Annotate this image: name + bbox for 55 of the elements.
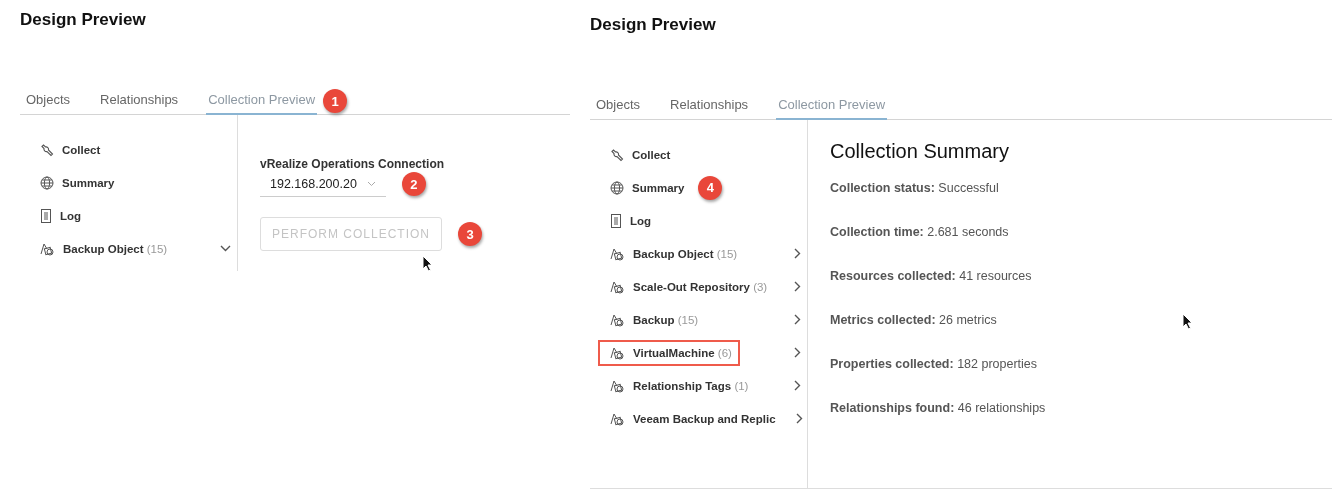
globe-icon	[40, 175, 54, 190]
tab[interactable]: Relationships	[98, 88, 181, 115]
tab[interactable]: Objects	[24, 88, 73, 115]
nav-item[interactable]: VirtualMachine (6)	[598, 339, 740, 366]
nav-item[interactable]: Log	[598, 207, 660, 234]
chevron-down-icon	[366, 181, 376, 187]
chevron-right-icon[interactable]	[795, 413, 803, 424]
summary-line: Relationships found: 46 relationships	[830, 401, 1046, 417]
connection-dropdown[interactable]: 192.168.200.20	[260, 173, 386, 197]
page-title: Design Preview	[20, 10, 146, 30]
page-title: Design Preview	[590, 15, 716, 35]
shapes-icon	[610, 312, 625, 327]
callout-badge: 1	[323, 89, 348, 113]
chevron-right-icon[interactable]	[794, 380, 801, 391]
cursor-icon	[1182, 313, 1194, 330]
nav-item[interactable]: Backup Object (15)	[598, 240, 746, 267]
tab[interactable]: Objects	[594, 93, 643, 120]
summary-line: Metrics collected: 26 metrics	[830, 313, 998, 329]
field-label: vRealize Operations Connection	[260, 157, 446, 171]
nav-item[interactable]: Backup Object (15)	[28, 235, 176, 262]
summary-line: Collection time: 2.681 seconds	[830, 225, 1010, 241]
callout-badge: 4	[698, 175, 723, 200]
section-heading: Collection Summary	[830, 140, 1010, 163]
shapes-icon	[610, 378, 625, 393]
shapes-icon	[40, 241, 55, 256]
nav-item[interactable]: Summary	[28, 169, 123, 196]
wrench-icon	[40, 142, 54, 157]
nav-item[interactable]: Backup (15)	[598, 306, 707, 333]
shapes-icon	[610, 345, 625, 360]
document-icon	[610, 213, 622, 228]
chevron-right-icon[interactable]	[794, 281, 801, 292]
chevron-right-icon[interactable]	[794, 248, 801, 259]
chevron-down-icon[interactable]	[220, 245, 231, 252]
shapes-icon	[610, 279, 625, 294]
nav-item[interactable]: Summary	[598, 174, 693, 201]
summary-line: Resources collected: 41 resources	[830, 269, 1033, 285]
cursor-icon	[422, 255, 434, 272]
nav-item[interactable]: Collect	[598, 141, 679, 168]
tab[interactable]: Relationships	[668, 93, 751, 120]
nav-item[interactable]: Veeam Backup and Replic	[598, 405, 784, 432]
shapes-icon	[610, 246, 625, 261]
summary-line: Properties collected: 182 properties	[830, 357, 1039, 373]
nav-item[interactable]: Log	[28, 202, 90, 229]
callout-badge: 2	[401, 172, 426, 196]
wrench-icon	[610, 147, 624, 162]
summary-line: Collection status: Successful	[830, 181, 1000, 197]
nav-item[interactable]: Relationship Tags (1)	[598, 372, 757, 399]
chevron-right-icon[interactable]	[794, 314, 801, 325]
document-icon	[40, 208, 52, 223]
globe-icon	[610, 180, 624, 195]
chevron-right-icon[interactable]	[794, 347, 801, 358]
nav-item[interactable]: Scale-Out Repository (3)	[598, 273, 776, 300]
callout-badge: 3	[458, 222, 482, 246]
shapes-icon	[610, 411, 625, 426]
nav-item[interactable]: Collect	[28, 136, 109, 163]
